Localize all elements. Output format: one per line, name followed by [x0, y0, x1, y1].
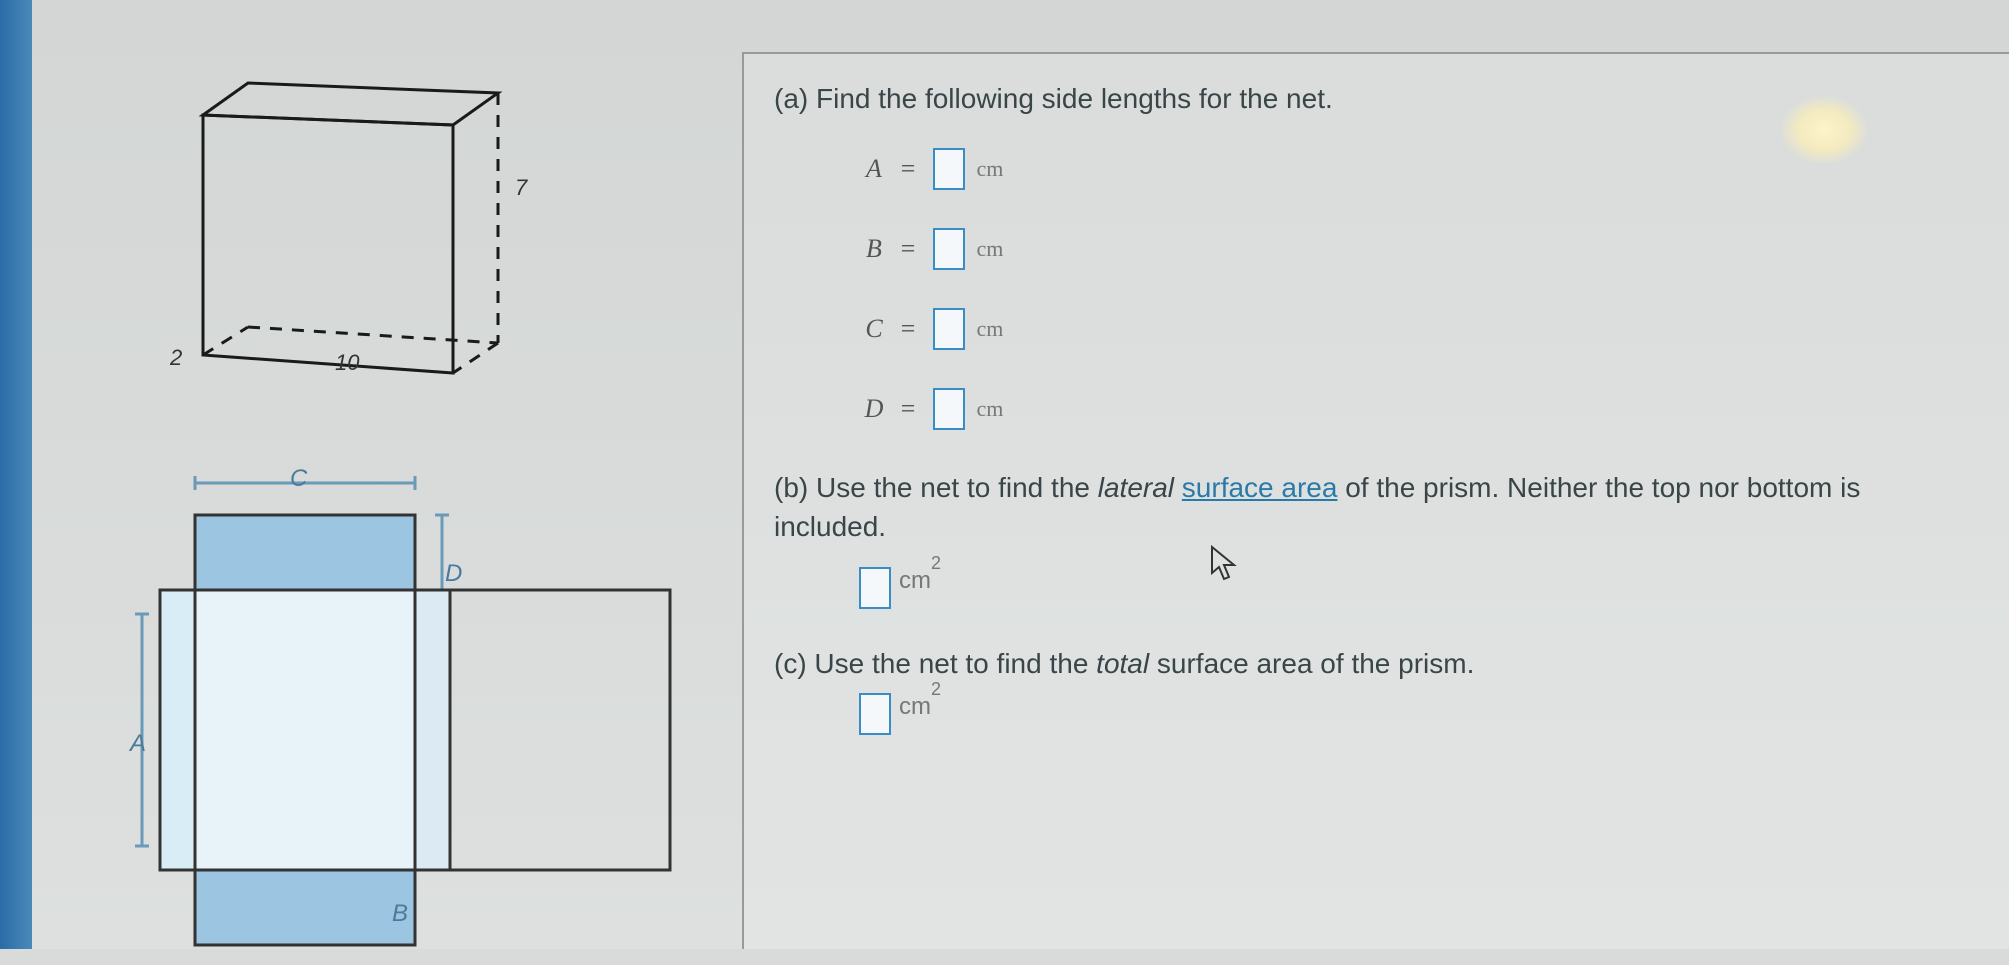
- answer-row-b: cm 2: [859, 567, 1979, 609]
- unit-a: cm: [977, 156, 1004, 182]
- equals-sign: =: [899, 234, 917, 264]
- unit-cm2-c: cm 2: [899, 693, 931, 721]
- net-label-b: B: [392, 900, 408, 928]
- qc-italic: total: [1096, 648, 1149, 679]
- var-d: D: [859, 394, 889, 424]
- input-total-area[interactable]: [859, 693, 891, 735]
- equation-row-a: A = cm: [859, 148, 1979, 190]
- question-c-prompt: (c) Use the net to find the total surfac…: [774, 644, 1979, 683]
- input-a[interactable]: [933, 148, 965, 190]
- qb-text-1: (b) Use the net to find the: [774, 472, 1098, 503]
- var-c: C: [859, 314, 889, 344]
- unit-c: cm: [977, 316, 1004, 342]
- surface-area-link[interactable]: surface area: [1182, 472, 1338, 503]
- qb-italic: lateral: [1098, 472, 1174, 503]
- input-d[interactable]: [933, 388, 965, 430]
- input-b[interactable]: [933, 228, 965, 270]
- answer-row-c: cm 2: [859, 693, 1979, 735]
- unit-cm2-b: cm 2: [899, 567, 931, 595]
- equals-sign: =: [899, 314, 917, 344]
- prism-figure: [175, 55, 545, 385]
- question-b-prompt: (b) Use the net to find the lateral surf…: [774, 468, 1979, 546]
- equation-row-b: B = cm: [859, 228, 1979, 270]
- net-figure: [135, 460, 695, 940]
- net-label-c: C: [290, 465, 307, 493]
- net-label-a: A: [130, 730, 146, 758]
- prism-dim-depth: 2: [170, 345, 182, 371]
- prism-dim-height: 7: [515, 175, 527, 201]
- unit-cm-c-base: cm: [899, 693, 931, 720]
- unit-cm-b-base: cm: [899, 567, 931, 594]
- qc-text-2: surface area of the prism.: [1149, 648, 1474, 679]
- unit-d: cm: [977, 396, 1004, 422]
- unit-b: cm: [977, 236, 1004, 262]
- question-panel: (a) Find the following side lengths for …: [742, 52, 2009, 949]
- input-lateral-area[interactable]: [859, 567, 891, 609]
- prism-dim-width: 10: [335, 350, 359, 376]
- net-label-d: D: [445, 560, 462, 588]
- equation-row-d: D = cm: [859, 388, 1979, 430]
- equals-sign: =: [899, 394, 917, 424]
- equals-sign: =: [899, 154, 917, 184]
- equation-row-c: C = cm: [859, 308, 1979, 350]
- unit-cm-c-exp: 2: [931, 679, 941, 700]
- var-b: B: [859, 234, 889, 264]
- page-left-edge: [0, 0, 32, 949]
- question-a-prompt: (a) Find the following side lengths for …: [774, 79, 1979, 118]
- qc-text-1: (c) Use the net to find the: [774, 648, 1096, 679]
- unit-cm-b-exp: 2: [931, 553, 941, 574]
- input-c[interactable]: [933, 308, 965, 350]
- var-a: A: [859, 154, 889, 184]
